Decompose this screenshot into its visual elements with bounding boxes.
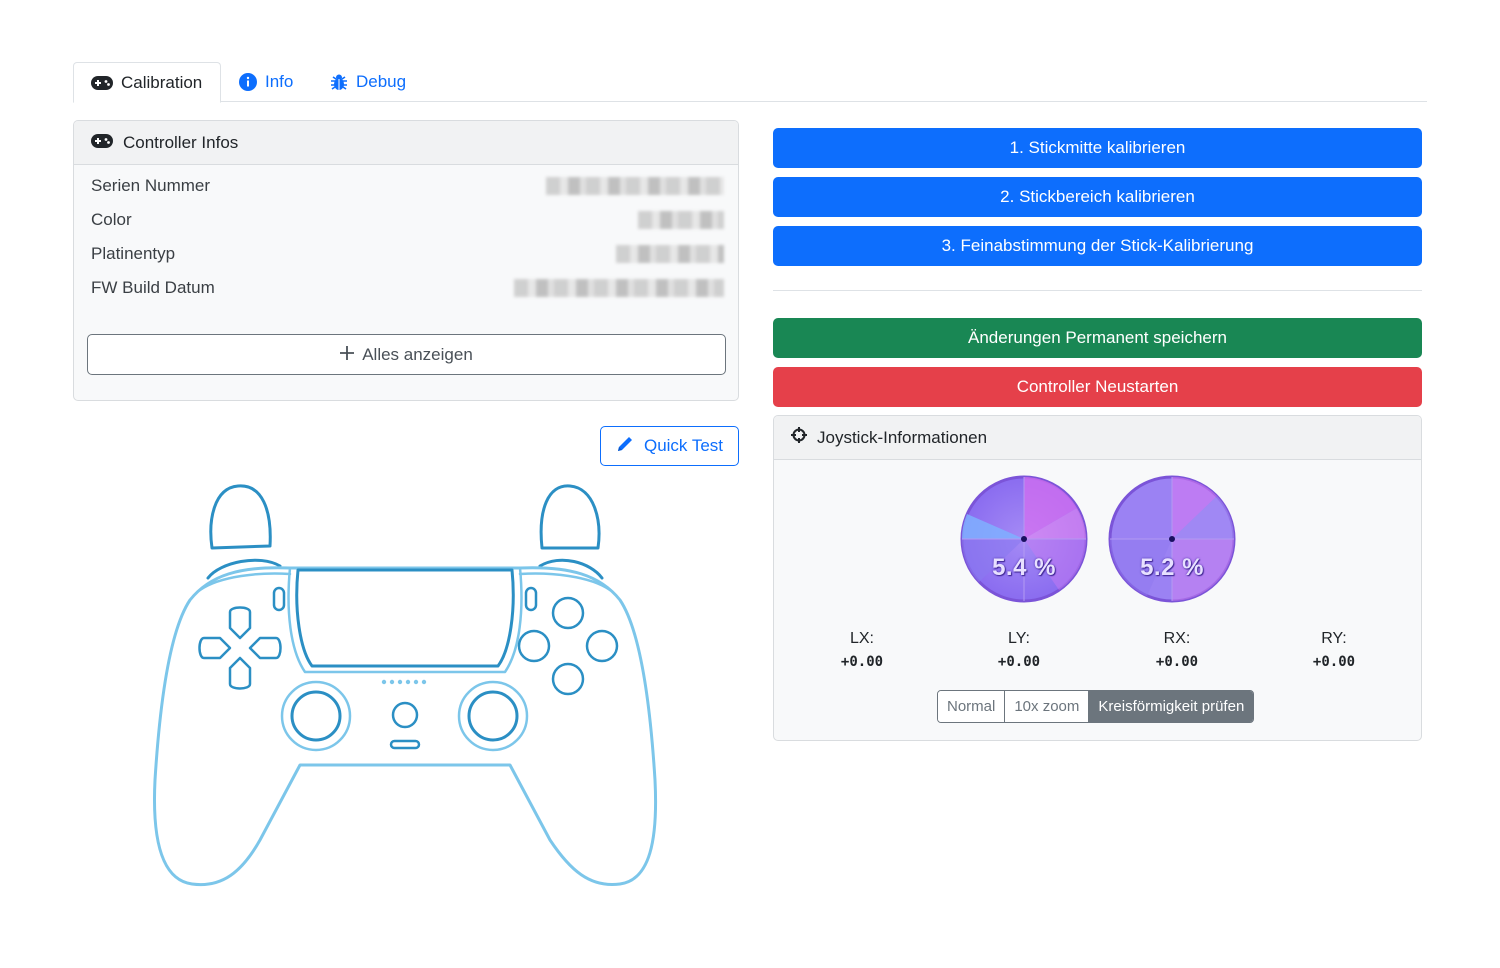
info-row-fw-build-date: FW Build Datum <box>91 274 724 302</box>
redacted-value <box>638 211 724 229</box>
gamepad-icon <box>91 75 113 90</box>
fine-tune-calibration-button[interactable]: 3. Feinabstimmung der Stick-Kalibrierung <box>773 226 1422 266</box>
info-circle-icon <box>239 73 257 91</box>
tab-label: Debug <box>356 72 407 91</box>
axis-name: LX: <box>849 630 874 647</box>
axis-value: +0.00 <box>1312 654 1356 670</box>
info-row-board-type: Platinentyp <box>91 240 724 268</box>
quick-test-button[interactable]: Quick Test <box>600 426 739 466</box>
mode-circularity-button[interactable]: Kreisförmigkeit prüfen <box>1089 691 1254 722</box>
card-title: Joystick-Informationen <box>817 427 988 447</box>
tab-debug[interactable]: Debug <box>330 62 406 102</box>
axis-name: RX: <box>1163 630 1191 647</box>
crosshair-icon <box>791 427 807 448</box>
redacted-value <box>514 279 724 297</box>
pencil-icon <box>616 435 634 458</box>
button-label: Controller Neustarten <box>1016 377 1179 396</box>
info-label: FW Build Datum <box>91 278 215 297</box>
axis-rx: RX: +0.00 <box>1137 630 1217 670</box>
button-label: Quick Test <box>643 436 724 455</box>
tab-label: Info <box>265 72 294 91</box>
calibrate-center-button[interactable]: 1. Stickmitte kalibrieren <box>773 128 1422 168</box>
axis-value: +0.00 <box>997 654 1041 670</box>
info-row-color: Color <box>91 206 724 234</box>
card-title: Controller Infos <box>123 132 239 152</box>
divider <box>773 290 1422 291</box>
controller-info-card: Controller Infos Serien Nummer Color Pla… <box>73 120 739 401</box>
axis-value: +0.00 <box>840 654 884 670</box>
axis-value: +0.00 <box>1155 654 1199 670</box>
bug-icon <box>330 73 348 91</box>
info-label: Platinentyp <box>91 244 176 263</box>
tab-calibration[interactable]: Calibration <box>73 62 221 103</box>
tab-label: Calibration <box>121 72 203 92</box>
restart-controller-button[interactable]: Controller Neustarten <box>773 367 1422 407</box>
button-label: Änderungen Permanent speichern <box>968 328 1227 347</box>
button-label: 3. Feinabstimmung der Stick-Kalibrierung <box>941 236 1254 255</box>
axis-ly: LY: +0.00 <box>979 630 1059 670</box>
left-stick-percent: 5.4 % <box>992 554 1056 581</box>
button-label: 1. Stickmitte kalibrieren <box>1009 138 1186 157</box>
tab-info[interactable]: Info <box>239 62 293 102</box>
tab-bar: Calibration Info Debug <box>73 62 1427 103</box>
axis-ry: RY: +0.00 <box>1294 630 1374 670</box>
info-label: Serien Nummer <box>91 176 211 195</box>
plus-icon <box>340 345 355 365</box>
info-row-serial: Serien Nummer <box>91 172 724 200</box>
card-header: Joystick-Informationen <box>774 416 1421 460</box>
redacted-value <box>546 177 724 195</box>
right-stick-circle: 5.2 % <box>1107 474 1237 604</box>
gamepad-icon <box>91 133 113 153</box>
joystick-info-card: Joystick-Informationen 5.4 % 5.2 % LX: +… <box>773 415 1422 741</box>
button-label: Alles anzeigen <box>362 344 473 364</box>
view-mode-group: Normal 10x zoom Kreisförmigkeit prüfen <box>937 690 1255 723</box>
calibrate-range-button[interactable]: 2. Stickbereich kalibrieren <box>773 177 1422 217</box>
redacted-value <box>616 245 724 263</box>
axis-name: RY: <box>1321 630 1347 647</box>
left-stick-circle: 5.4 % <box>959 474 1089 604</box>
mode-zoom-button[interactable]: 10x zoom <box>1005 691 1090 722</box>
save-permanent-button[interactable]: Änderungen Permanent speichern <box>773 318 1422 358</box>
info-label: Color <box>91 210 132 229</box>
axis-name: LY: <box>1008 630 1030 647</box>
mode-normal-button[interactable]: Normal <box>938 691 1006 722</box>
button-label: 2. Stickbereich kalibrieren <box>1000 187 1195 206</box>
axis-lx: LX: +0.00 <box>822 630 902 670</box>
show-all-button[interactable]: Alles anzeigen <box>87 334 726 375</box>
right-stick-percent: 5.2 % <box>1140 554 1204 581</box>
controller-diagram <box>150 480 660 895</box>
card-header: Controller Infos <box>74 121 738 165</box>
